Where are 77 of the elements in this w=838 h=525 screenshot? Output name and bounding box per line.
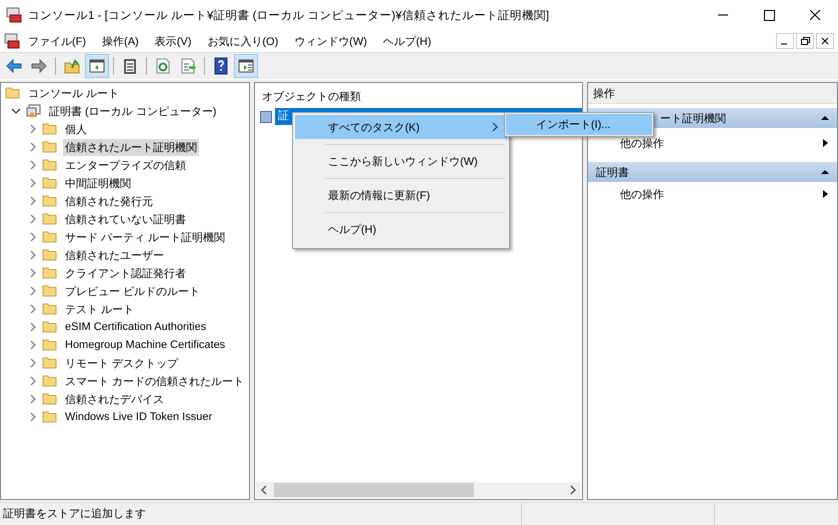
folder-icon <box>42 373 58 389</box>
menu-item[interactable]: インポート(I)... <box>506 114 652 135</box>
submenu-triangle-icon <box>821 139 829 147</box>
back-arrow-icon <box>5 57 23 75</box>
section-header[interactable]: 証明書 <box>588 162 837 182</box>
tree-item[interactable]: サード パーティ ルート証明機関 <box>63 228 228 246</box>
tree-item[interactable]: テスト ルート <box>63 300 136 318</box>
export-list-icon <box>179 57 197 75</box>
restore-icon[interactable] <box>796 33 814 49</box>
help-icon <box>212 57 230 75</box>
horizontal-scrollbar[interactable] <box>256 482 581 498</box>
collapse-triangle-icon[interactable] <box>821 114 829 122</box>
tree-item[interactable]: 個人 <box>63 120 89 138</box>
refresh-icon <box>154 57 172 75</box>
tree-item[interactable]: 中間証明機関 <box>63 174 133 192</box>
folder-icon <box>42 409 58 425</box>
menu-item[interactable]: 最新の情報に更新(F) <box>295 183 507 207</box>
action-pane-icon <box>237 57 255 75</box>
tree-item[interactable]: Homegroup Machine Certificates <box>63 338 228 352</box>
forward-arrow-icon <box>30 57 48 75</box>
folder-icon <box>42 283 58 299</box>
folder-icon <box>42 247 58 263</box>
tree-item[interactable]: リモート デスクトップ <box>63 354 180 372</box>
submenu-triangle-icon <box>821 190 829 198</box>
folder-icon <box>5 85 21 101</box>
tree-item[interactable]: クライアント認証発行者 <box>63 264 188 282</box>
toolbar-button[interactable] <box>234 54 258 78</box>
tree-item[interactable]: エンタープライズの信頼 <box>63 156 188 174</box>
certificate-icon <box>260 110 272 122</box>
tree-item[interactable]: 証明書 (ローカル コンピューター) <box>47 102 218 120</box>
tree-item[interactable]: Windows Live ID Token Issuer <box>63 410 214 424</box>
status-text: 証明書をストアに追加します <box>2 507 147 522</box>
close-icon[interactable] <box>816 33 834 49</box>
tree-item[interactable]: 信頼されたデバイス <box>63 390 166 408</box>
menu-item[interactable]: ここから新しいウィンドウ(W) <box>295 149 507 173</box>
action-link[interactable]: 他の操作 <box>620 186 664 202</box>
window-title: コンソール1 - [コンソール ルート¥証明書 (ローカル コンピューター)¥信頼されたルート証明機関] <box>28 8 550 22</box>
folder-icon <box>42 121 58 137</box>
menu-item[interactable]: ファイル(F) <box>20 32 94 50</box>
menu-item[interactable]: 操作(A) <box>94 32 147 50</box>
tree-item[interactable]: プレビュー ビルドのルート <box>63 282 202 300</box>
folder-icon <box>42 319 58 335</box>
folder-icon <box>42 139 58 155</box>
column-header[interactable]: オブジェクトの種類 <box>255 83 582 108</box>
folder-icon <box>42 211 58 227</box>
menu-item[interactable]: お気に入り(O) <box>199 32 286 50</box>
menu-item[interactable]: ウィンドウ(W) <box>286 32 375 50</box>
tree-pane-icon <box>88 57 106 75</box>
folder-icon <box>42 265 58 281</box>
menu-item[interactable]: ヘルプ(H) <box>295 217 507 241</box>
tree-item[interactable]: 信頼されていない証明書 <box>63 210 188 228</box>
tree-item[interactable]: 信頼されたユーザー <box>63 246 166 264</box>
folder-icon <box>42 337 58 353</box>
action-link[interactable]: 他の操作 <box>620 136 664 150</box>
tree-item[interactable]: 信頼されたルート証明機関 <box>63 138 199 156</box>
toolbar-button[interactable] <box>85 54 109 78</box>
console-app-icon[interactable] <box>4 33 20 49</box>
menu-item[interactable]: 表示(V) <box>146 32 200 50</box>
up-folder-icon <box>63 57 81 75</box>
tree-item[interactable]: コンソール ルート <box>26 84 122 102</box>
folder-icon <box>42 391 58 407</box>
actions-pane-title: 操作 <box>588 83 837 104</box>
menu-item[interactable]: ヘルプ(H) <box>375 32 440 50</box>
folder-icon <box>42 301 58 317</box>
tree-item[interactable]: スマート カードの信頼されたルート <box>63 372 246 390</box>
certificate-store-icon <box>26 103 42 119</box>
folder-icon <box>42 193 58 209</box>
tree-item[interactable]: 信頼された発行元 <box>63 192 155 210</box>
menu-item[interactable]: すべてのタスク(K) <box>295 115 507 139</box>
folder-icon <box>42 355 58 371</box>
folder-icon <box>42 229 58 245</box>
console-app-icon <box>6 7 22 23</box>
folder-icon <box>42 157 58 173</box>
minimize-icon[interactable] <box>776 33 794 49</box>
folder-icon <box>42 175 58 191</box>
tree-item[interactable]: eSIM Certification Authorities <box>63 320 208 334</box>
collapse-triangle-icon[interactable] <box>821 168 829 176</box>
